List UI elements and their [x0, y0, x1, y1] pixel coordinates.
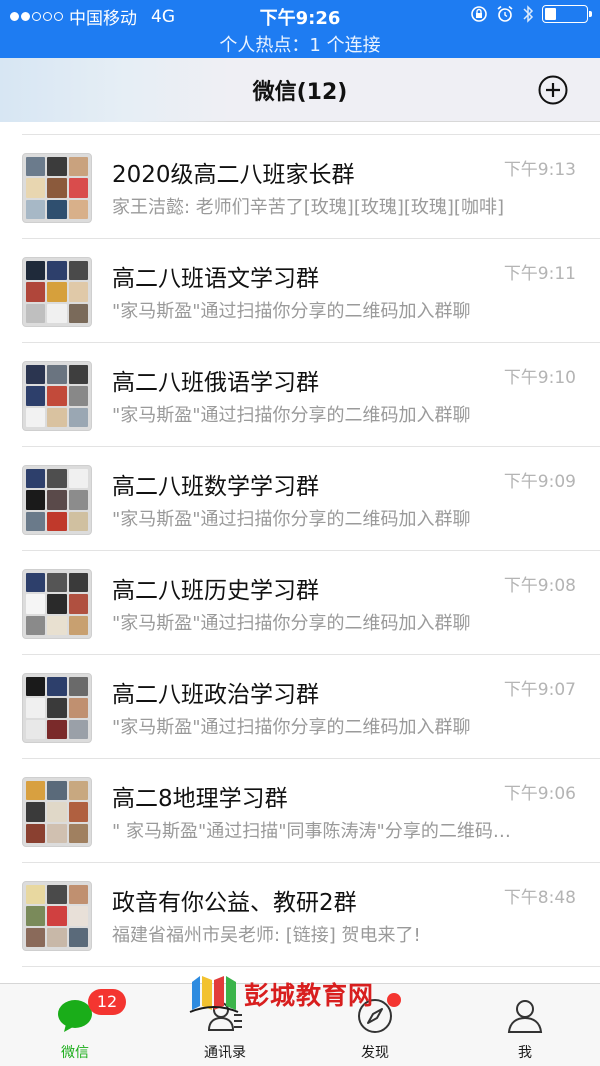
chat-preview: " 家马斯盈"通过扫描"同事陈涛涛"分享的二维码…	[112, 821, 511, 842]
chat-name: 高二八班历史学习群	[112, 578, 319, 604]
chat-row[interactable]: 2020级高二八班家长群 下午9:13 家王洁懿: 老师们辛苦了[玫瑰][玫瑰]…	[22, 135, 600, 239]
chat-name: 高二八班俄语学习群	[112, 370, 319, 396]
chat-preview: "家马斯盈"通过扫描你分享的二维码加入群聊	[112, 509, 471, 530]
chat-time: 下午9:08	[503, 576, 576, 596]
group-avatar	[22, 673, 92, 743]
chat-time: 下午9:07	[503, 680, 576, 700]
chat-preview: 家王洁懿: 老师们辛苦了[玫瑰][玫瑰][玫瑰][咖啡]	[112, 197, 504, 218]
alarm-icon	[497, 5, 513, 22]
group-avatar	[22, 465, 92, 535]
hotspot-banner[interactable]: 个人热点：1 个连接	[0, 31, 600, 57]
battery-icon	[542, 5, 592, 23]
chat-preview: "家马斯盈"通过扫描你分享的二维码加入群聊	[112, 717, 471, 738]
chat-name: 高二8地理学习群	[112, 786, 288, 812]
tab-me[interactable]: 我	[450, 984, 600, 1066]
chat-name: 政音有你公益、教研2群	[112, 890, 357, 916]
tab-label: 我	[518, 1045, 532, 1061]
group-avatar	[22, 361, 92, 431]
chat-time: 下午8:48	[503, 888, 576, 908]
bluetooth-icon	[523, 5, 534, 23]
tab-label: 发现	[361, 1045, 389, 1061]
group-avatar	[22, 569, 92, 639]
chat-row[interactable]: 高二八班语文学习群 下午9:11 "家马斯盈"通过扫描你分享的二维码加入群聊	[22, 239, 600, 343]
chat-list: 2020级高二八班家长群 下午9:13 家王洁懿: 老师们辛苦了[玫瑰][玫瑰]…	[0, 122, 600, 967]
chat-row[interactable]: 高二八班俄语学习群 下午9:10 "家马斯盈"通过扫描你分享的二维码加入群聊	[22, 343, 600, 447]
chat-time: 下午9:13	[503, 160, 576, 180]
group-avatar	[22, 257, 92, 327]
chat-name: 高二八班数学学习群	[112, 474, 319, 500]
unread-badge: 12	[88, 989, 126, 1015]
chat-row[interactable]: 高二八班政治学习群 下午9:07 "家马斯盈"通过扫描你分享的二维码加入群聊	[22, 655, 600, 759]
tab-chats[interactable]: 12 微信	[0, 984, 150, 1066]
chat-preview: "家马斯盈"通过扫描你分享的二维码加入群聊	[112, 405, 471, 426]
chat-preview: 福建省福州市吴老师: [链接] 贺电来了!	[112, 925, 421, 946]
nav-bar: 微信(12)	[0, 58, 600, 122]
page-title: 微信(12)	[252, 80, 348, 105]
chat-time: 下午9:06	[503, 784, 576, 804]
chat-name: 高二八班政治学习群	[112, 682, 319, 708]
chat-preview: "家马斯盈"通过扫描你分享的二维码加入群聊	[112, 613, 471, 634]
status-bar: 中国移动 4G 下午9:26 个人热点：1 个连接	[0, 0, 600, 58]
group-avatar	[22, 881, 92, 951]
plus-circle-icon[interactable]	[537, 74, 569, 106]
watermark-text: 彭城教育网	[244, 981, 375, 1010]
chat-name: 高二八班语文学习群	[112, 266, 319, 292]
tab-label: 微信	[61, 1045, 89, 1061]
person-icon	[507, 1000, 543, 1033]
tab-label: 通讯录	[204, 1045, 246, 1061]
chat-row[interactable]: 高二八班历史学习群 下午9:08 "家马斯盈"通过扫描你分享的二维码加入群聊	[22, 551, 600, 655]
book-logo-icon	[189, 976, 239, 1013]
chat-row[interactable]: 高二八班数学学习群 下午9:09 "家马斯盈"通过扫描你分享的二维码加入群聊	[22, 447, 600, 551]
watermark: 彭城教育网	[186, 972, 416, 1016]
chat-preview: "家马斯盈"通过扫描你分享的二维码加入群聊	[112, 301, 471, 322]
chat-time: 下午9:09	[503, 472, 576, 492]
chat-row[interactable]: 政音有你公益、教研2群 下午8:48 福建省福州市吴老师: [链接] 贺电来了!	[22, 863, 600, 967]
group-avatar	[22, 153, 92, 223]
chat-time: 下午9:11	[503, 264, 576, 284]
chat-time: 下午9:10	[503, 368, 576, 388]
chat-row[interactable]: 高二8地理学习群 下午9:06 " 家马斯盈"通过扫描"同事陈涛涛"分享的二维码…	[22, 759, 600, 863]
rotation-lock-icon	[471, 6, 487, 22]
chat-name: 2020级高二八班家长群	[112, 162, 355, 188]
group-avatar	[22, 777, 92, 847]
